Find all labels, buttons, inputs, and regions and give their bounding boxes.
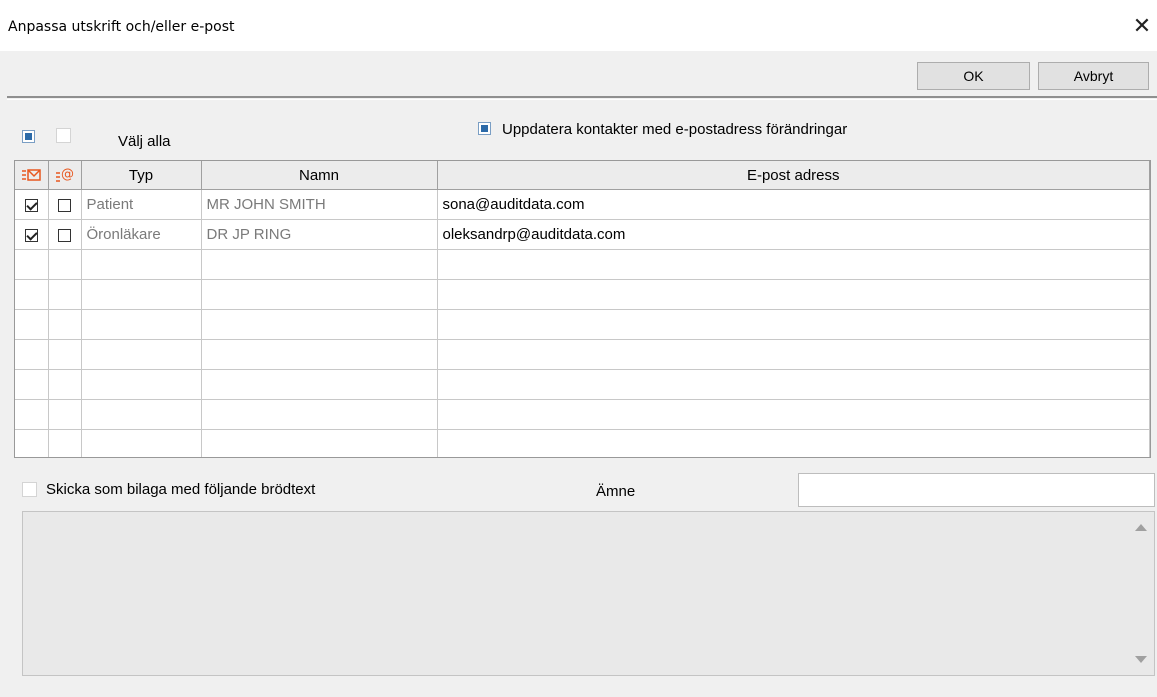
send-as-attachment-label: Skicka som bilaga med följande brödtext bbox=[46, 481, 316, 498]
empty-row[interactable] bbox=[15, 339, 1150, 370]
empty-cell bbox=[48, 339, 82, 370]
email-at-icon: @ bbox=[55, 167, 74, 182]
empty-cell bbox=[15, 249, 49, 280]
email-address-column-header[interactable]: E-post adress bbox=[437, 161, 1150, 190]
toolbar: OK Avbryt bbox=[0, 51, 1157, 96]
empty-row[interactable] bbox=[15, 279, 1150, 310]
empty-cell bbox=[201, 369, 438, 400]
print-checkbox[interactable] bbox=[24, 228, 38, 242]
empty-cell bbox=[81, 399, 202, 430]
empty-cell bbox=[15, 279, 49, 310]
print-cell bbox=[15, 219, 49, 250]
empty-cell[interactable] bbox=[437, 309, 1150, 340]
table-row[interactable]: Öronläkare DR JP RING oleksandrp@auditda… bbox=[15, 219, 1150, 250]
email-cell bbox=[48, 189, 82, 220]
name-cell: DR JP RING bbox=[201, 219, 438, 250]
send-as-attachment-checkbox[interactable] bbox=[22, 482, 37, 497]
grid-header-row: @ Typ Namn E-post adress bbox=[15, 161, 1150, 190]
empty-cell[interactable] bbox=[437, 339, 1150, 370]
empty-row[interactable] bbox=[15, 249, 1150, 280]
empty-cell bbox=[15, 429, 49, 457]
empty-cell bbox=[201, 399, 438, 430]
name-cell: MR JOHN SMITH bbox=[201, 189, 438, 220]
empty-cell bbox=[15, 339, 49, 370]
empty-cell bbox=[81, 369, 202, 400]
empty-cell bbox=[201, 279, 438, 310]
title-bar: Anpassa utskrift och/eller e-post ✕ bbox=[0, 0, 1157, 51]
type-cell: Öronläkare bbox=[81, 219, 202, 250]
print-column-header[interactable] bbox=[15, 161, 49, 190]
ok-button[interactable]: OK bbox=[917, 62, 1030, 90]
empty-cell bbox=[15, 369, 49, 400]
close-icon[interactable]: ✕ bbox=[1127, 10, 1157, 44]
empty-cell bbox=[201, 339, 438, 370]
scroll-up-arrow-icon[interactable] bbox=[1135, 524, 1147, 531]
empty-cell bbox=[48, 399, 82, 430]
subject-label: Ämne bbox=[596, 483, 636, 500]
body-text-area[interactable] bbox=[22, 511, 1155, 676]
name-column-header[interactable]: Namn bbox=[201, 161, 438, 190]
separator-highlight bbox=[7, 99, 1157, 100]
email-address-cell[interactable]: oleksandrp@auditdata.com bbox=[437, 219, 1150, 250]
empty-cell bbox=[201, 249, 438, 280]
empty-cell bbox=[81, 339, 202, 370]
select-all-email-checkbox[interactable] bbox=[56, 128, 71, 143]
empty-cell bbox=[48, 309, 82, 340]
empty-cell[interactable] bbox=[437, 429, 1150, 457]
type-cell: Patient bbox=[81, 189, 202, 220]
print-cell bbox=[15, 189, 49, 220]
update-contacts-checkbox[interactable] bbox=[478, 122, 491, 135]
empty-row[interactable] bbox=[15, 429, 1150, 457]
empty-cell[interactable] bbox=[437, 369, 1150, 400]
email-checkbox[interactable] bbox=[58, 198, 71, 212]
empty-cell bbox=[81, 249, 202, 280]
type-column-header[interactable]: Typ bbox=[81, 161, 202, 190]
separator bbox=[7, 96, 1157, 98]
select-all-label: Välj alla bbox=[118, 133, 171, 150]
update-contacts-label: Uppdatera kontakter med e-postadress för… bbox=[502, 121, 848, 138]
empty-cell[interactable] bbox=[437, 399, 1150, 430]
print-checkbox[interactable] bbox=[24, 198, 38, 212]
empty-cell bbox=[48, 369, 82, 400]
empty-cell bbox=[201, 309, 438, 340]
print-list-icon bbox=[22, 169, 41, 181]
empty-cell bbox=[81, 429, 202, 457]
select-all-print-checkbox[interactable] bbox=[22, 130, 35, 143]
empty-cell[interactable] bbox=[437, 249, 1150, 280]
email-cell bbox=[48, 219, 82, 250]
empty-cell bbox=[15, 309, 49, 340]
email-address-cell[interactable]: sona@auditdata.com bbox=[437, 189, 1150, 220]
svg-text:@: @ bbox=[61, 167, 74, 182]
empty-cell bbox=[81, 279, 202, 310]
window-title: Anpassa utskrift och/eller e-post bbox=[8, 19, 235, 35]
cancel-button[interactable]: Avbryt bbox=[1038, 62, 1149, 90]
empty-cell bbox=[48, 429, 82, 457]
empty-cell bbox=[48, 279, 82, 310]
empty-cell bbox=[81, 309, 202, 340]
table-row[interactable]: Patient MR JOHN SMITH sona@auditdata.com bbox=[15, 189, 1150, 220]
empty-cell bbox=[15, 399, 49, 430]
email-checkbox[interactable] bbox=[58, 228, 71, 242]
empty-row[interactable] bbox=[15, 309, 1150, 340]
subject-input[interactable] bbox=[798, 473, 1155, 507]
scroll-down-arrow-icon[interactable] bbox=[1135, 656, 1147, 663]
email-column-header[interactable]: @ bbox=[48, 161, 82, 190]
empty-cell bbox=[48, 249, 82, 280]
empty-row[interactable] bbox=[15, 369, 1150, 400]
recipients-grid: @ Typ Namn E-post adress Patient MR JOHN… bbox=[14, 160, 1151, 458]
empty-cell bbox=[201, 429, 438, 457]
empty-cell[interactable] bbox=[437, 279, 1150, 310]
empty-row[interactable] bbox=[15, 399, 1150, 430]
